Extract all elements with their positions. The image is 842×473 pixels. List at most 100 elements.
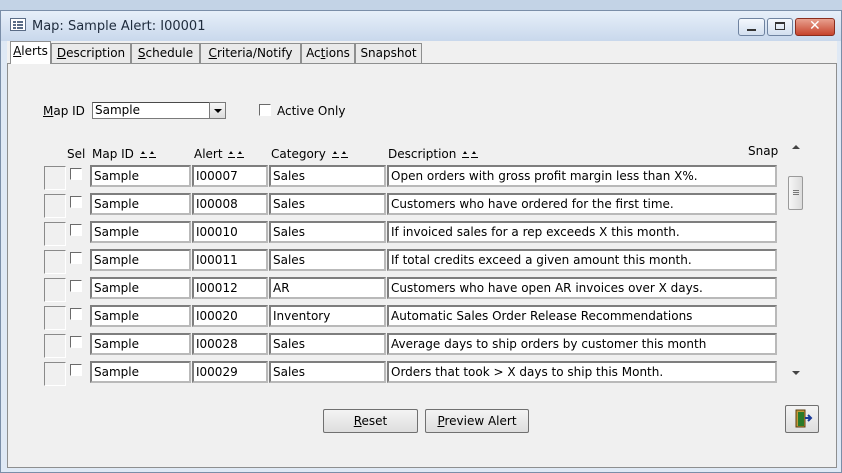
- column-header-map-id[interactable]: Map ID: [92, 147, 156, 161]
- sort-asc-icon[interactable]: [462, 151, 470, 158]
- column-header-description-label: Description: [388, 147, 457, 161]
- active-only-label: Active Only: [277, 104, 346, 118]
- map-id-label-mnemonic: M: [43, 104, 54, 118]
- tab-schedule[interactable]: Schedule: [131, 43, 200, 63]
- reset-label: eset: [361, 414, 388, 428]
- column-header-category[interactable]: Category: [271, 147, 348, 161]
- cell-map-id[interactable]: Sample: [90, 221, 191, 243]
- record-selector[interactable]: [44, 222, 66, 246]
- sort-asc-icon[interactable]: [331, 151, 339, 158]
- tab-snapshot[interactable]: Snapshot: [355, 43, 422, 63]
- row-select-checkbox[interactable]: [70, 336, 82, 348]
- cell-map-id[interactable]: Sample: [90, 249, 191, 271]
- row-select-checkbox[interactable]: [70, 252, 82, 264]
- rows-scrollbar[interactable]: [787, 136, 805, 386]
- sort-desc-icon[interactable]: [148, 151, 156, 158]
- cell-alert[interactable]: I00008: [192, 193, 268, 215]
- map-id-select[interactable]: Sample: [92, 102, 210, 119]
- maximize-icon: [775, 22, 785, 30]
- row-select-checkbox[interactable]: [70, 196, 82, 208]
- cell-description[interactable]: Customers who have ordered for the first…: [387, 193, 777, 215]
- sort-desc-icon[interactable]: [471, 151, 479, 158]
- scroll-down-icon[interactable]: [787, 364, 805, 382]
- cell-alert[interactable]: I00007: [192, 165, 268, 187]
- alerts-panel: Map ID Sample Active Only Sel Map ID Ale…: [7, 63, 837, 468]
- tab-description-label: escription: [66, 46, 126, 60]
- exit-door-icon: [795, 409, 813, 428]
- tab-criteria-mnemonic: C: [208, 46, 217, 60]
- cell-description[interactable]: Automatic Sales Order Release Recommenda…: [387, 305, 777, 327]
- column-header-category-label: Category: [271, 147, 326, 161]
- tab-actions[interactable]: Actions: [301, 43, 355, 63]
- scroll-thumb[interactable]: [788, 176, 803, 210]
- tab-criteria-notify[interactable]: Criteria/Notify: [200, 43, 301, 63]
- cell-map-id[interactable]: Sample: [90, 305, 191, 327]
- tab-description[interactable]: Description: [51, 43, 131, 63]
- row-select-checkbox[interactable]: [70, 168, 82, 180]
- row-select-checkbox[interactable]: [70, 280, 82, 292]
- cell-category[interactable]: Sales: [269, 221, 386, 243]
- exit-button[interactable]: [785, 405, 819, 433]
- cell-alert[interactable]: I00012: [192, 277, 268, 299]
- scroll-up-icon[interactable]: [787, 138, 805, 156]
- cell-category[interactable]: Sales: [269, 165, 386, 187]
- title-bar[interactable]: Map: Sample Alert: I00001 ✕: [1, 11, 841, 41]
- reset-mnemonic: R: [353, 414, 362, 428]
- cell-description[interactable]: Customers who have open AR invoices over…: [387, 277, 777, 299]
- sort-asc-icon[interactable]: [139, 151, 147, 158]
- cell-alert[interactable]: I00011: [192, 249, 268, 271]
- cell-description[interactable]: If total credits exceed a given amount t…: [387, 249, 777, 271]
- column-header-snap: Snap: [748, 144, 779, 158]
- column-header-description[interactable]: Description: [388, 147, 479, 161]
- cell-description[interactable]: If invoiced sales for a rep exceeds X th…: [387, 221, 777, 243]
- tab-actions-label: ions: [325, 46, 350, 60]
- record-selector[interactable]: [44, 362, 66, 386]
- record-selector[interactable]: [44, 278, 66, 302]
- cell-alert[interactable]: I00010: [192, 221, 268, 243]
- column-header-alert-label: Alert: [194, 147, 223, 161]
- chevron-down-icon[interactable]: [209, 102, 226, 119]
- row-select-checkbox[interactable]: [70, 308, 82, 320]
- record-selector[interactable]: [44, 166, 66, 190]
- cell-description[interactable]: Average days to ship orders by customer …: [387, 333, 777, 355]
- alert-window: Map: Sample Alert: I00001 ✕ Alerts Descr…: [0, 10, 842, 473]
- record-selector[interactable]: [44, 250, 66, 274]
- cell-alert[interactable]: I00029: [192, 361, 268, 383]
- record-selector[interactable]: [44, 306, 66, 330]
- close-button[interactable]: ✕: [795, 18, 835, 36]
- sort-desc-icon[interactable]: [237, 151, 245, 158]
- active-only-checkbox[interactable]: [259, 104, 271, 116]
- sort-desc-icon[interactable]: [340, 151, 348, 158]
- reset-button[interactable]: Reset: [323, 409, 418, 433]
- window-title: Map: Sample Alert: I00001: [32, 19, 206, 34]
- row-select-checkbox[interactable]: [70, 364, 82, 376]
- row-select-checkbox[interactable]: [70, 224, 82, 236]
- column-header-map-id-label: Map ID: [92, 147, 134, 161]
- cell-category[interactable]: Sales: [269, 333, 386, 355]
- cell-category[interactable]: Sales: [269, 193, 386, 215]
- sort-asc-icon[interactable]: [228, 151, 236, 158]
- maximize-button[interactable]: [767, 18, 793, 36]
- cell-category[interactable]: AR: [269, 277, 386, 299]
- cell-map-id[interactable]: Sample: [90, 193, 191, 215]
- record-selector[interactable]: [44, 194, 66, 218]
- column-header-alert[interactable]: Alert: [194, 147, 245, 161]
- record-selector[interactable]: [44, 334, 66, 358]
- tab-alerts[interactable]: Alerts: [10, 41, 51, 64]
- cell-category[interactable]: Sales: [269, 249, 386, 271]
- window-content: Alerts Description Schedule Criteria/Not…: [7, 41, 837, 468]
- cell-map-id[interactable]: Sample: [90, 277, 191, 299]
- cell-map-id[interactable]: Sample: [90, 361, 191, 383]
- cell-alert[interactable]: I00020: [192, 305, 268, 327]
- cell-alert[interactable]: I00028: [192, 333, 268, 355]
- tab-description-mnemonic: D: [56, 46, 67, 60]
- cell-description[interactable]: Open orders with gross profit margin les…: [387, 165, 777, 187]
- preview-alert-button[interactable]: Preview Alert: [425, 409, 529, 433]
- cell-category[interactable]: Sales: [269, 361, 386, 383]
- cell-description[interactable]: Orders that took > X days to ship this M…: [387, 361, 777, 383]
- cell-map-id[interactable]: Sample: [90, 165, 191, 187]
- cell-category[interactable]: Inventory: [269, 305, 386, 327]
- cell-map-id[interactable]: Sample: [90, 333, 191, 355]
- form-icon: [10, 18, 26, 31]
- minimize-button[interactable]: [738, 18, 765, 36]
